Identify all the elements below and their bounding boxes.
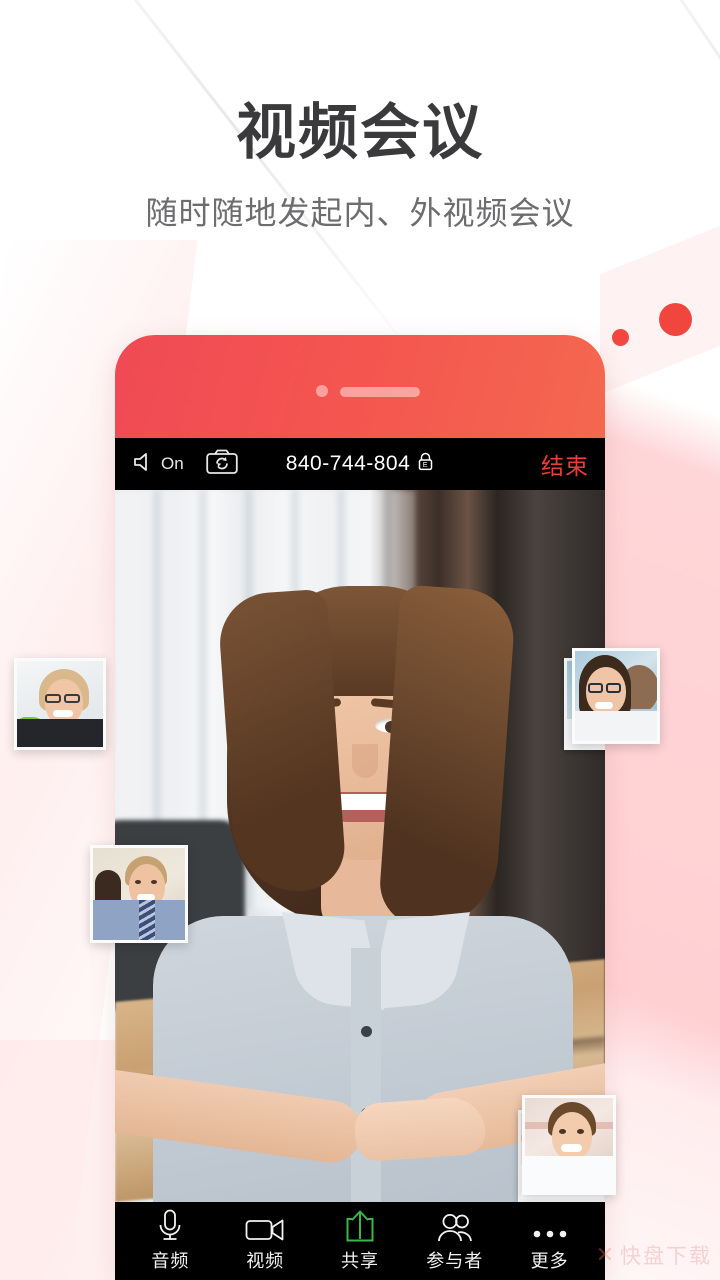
lock-encrypted-icon: E xyxy=(417,452,434,477)
page-title: 视频会议 xyxy=(236,99,484,166)
thumb-smile xyxy=(595,702,613,709)
phone-top-bezel xyxy=(115,335,605,438)
thumbnail-content xyxy=(17,661,103,747)
thumb-shirt xyxy=(575,711,657,741)
toolbar-label-more: 更多 xyxy=(530,1251,569,1271)
thumb-eye-right xyxy=(151,880,157,884)
thumb-glasses-left xyxy=(45,694,61,703)
shirt-button-upper xyxy=(361,1026,372,1037)
camera-switch-icon xyxy=(205,449,238,480)
thumb-eye-left xyxy=(559,1129,566,1134)
shirt-placket xyxy=(351,948,381,1202)
thumb-glasses-left xyxy=(588,683,603,693)
thumb-smile xyxy=(561,1144,582,1152)
floating-thumbnail-woman-glasses[interactable] xyxy=(572,648,660,744)
thumb-striped-tie xyxy=(139,900,155,940)
thumb-eye-right xyxy=(577,1129,584,1134)
thumb-glasses-right xyxy=(606,683,621,693)
meeting-id-text: 840-744-804 xyxy=(285,452,411,475)
hair-front-right xyxy=(377,584,517,932)
toolbar-item-video[interactable]: 视频 xyxy=(221,1209,309,1273)
front-camera-icon xyxy=(316,385,328,397)
microphone-icon xyxy=(156,1209,184,1243)
decorative-circle-large xyxy=(659,303,692,336)
main-participant-figure xyxy=(115,548,605,1202)
toolbar-item-audio[interactable]: 音频 xyxy=(126,1209,214,1273)
earpiece-speaker xyxy=(340,387,420,397)
toolbar-label-share: 共享 xyxy=(340,1251,379,1271)
pink-shape-right xyxy=(600,300,720,1280)
thumb-shirt xyxy=(525,1156,613,1192)
speaker-icon xyxy=(132,451,158,478)
thumb-smile xyxy=(53,710,73,717)
speaker-toggle[interactable]: On xyxy=(132,451,184,478)
watermark: ✕ 快盘下载 xyxy=(596,1240,712,1270)
floating-thumbnail-young-man[interactable] xyxy=(522,1095,616,1195)
video-camera-icon xyxy=(245,1209,285,1243)
hands-on-desk xyxy=(353,1095,487,1163)
toolbar-item-participants[interactable]: 参与者 xyxy=(411,1209,499,1273)
thumb-background-person xyxy=(95,870,121,904)
meeting-id-display: 840-744-804 E xyxy=(115,452,605,477)
share-arrow-icon xyxy=(345,1209,375,1243)
floating-thumbnail-older-woman[interactable] xyxy=(14,658,106,750)
meeting-toolbar: 音频 视频 共享 参与者 更多 xyxy=(115,1202,605,1280)
toolbar-item-share[interactable]: 共享 xyxy=(316,1209,404,1273)
watermark-text: 快盘下载 xyxy=(620,1245,712,1268)
toolbar-label-audio: 音频 xyxy=(151,1251,190,1271)
meeting-topbar: On 840-744-804 E 结束 xyxy=(115,438,605,490)
decorative-circle-small xyxy=(612,329,629,346)
more-dots-icon xyxy=(532,1209,568,1243)
thumb-eye-left xyxy=(135,880,141,884)
thumbnail-content xyxy=(93,848,185,940)
floating-thumbnail-man-tie[interactable] xyxy=(90,845,188,943)
thumbnail-content xyxy=(525,1098,613,1192)
thumbnail-content xyxy=(575,651,657,741)
watermark-logo-icon: ✕ xyxy=(595,1242,616,1267)
thumb-glasses-right xyxy=(64,694,80,703)
page-subtitle: 随时随地发起内、外视频会议 xyxy=(145,195,575,231)
toolbar-item-more[interactable]: 更多 xyxy=(506,1209,594,1273)
speaker-state-label: On xyxy=(161,454,184,473)
nose xyxy=(352,744,378,778)
svg-text:E: E xyxy=(423,460,428,469)
end-meeting-button[interactable]: 结束 xyxy=(541,447,589,481)
toolbar-label-video: 视频 xyxy=(246,1251,285,1271)
toolbar-label-participants: 参与者 xyxy=(426,1251,484,1271)
camera-switch-button[interactable] xyxy=(205,449,238,480)
thumb-jacket xyxy=(17,719,103,747)
thumb-face xyxy=(552,1112,592,1160)
participants-icon xyxy=(436,1209,474,1243)
page-header: 视频会议 随时随地发起内、外视频会议 xyxy=(0,0,720,234)
